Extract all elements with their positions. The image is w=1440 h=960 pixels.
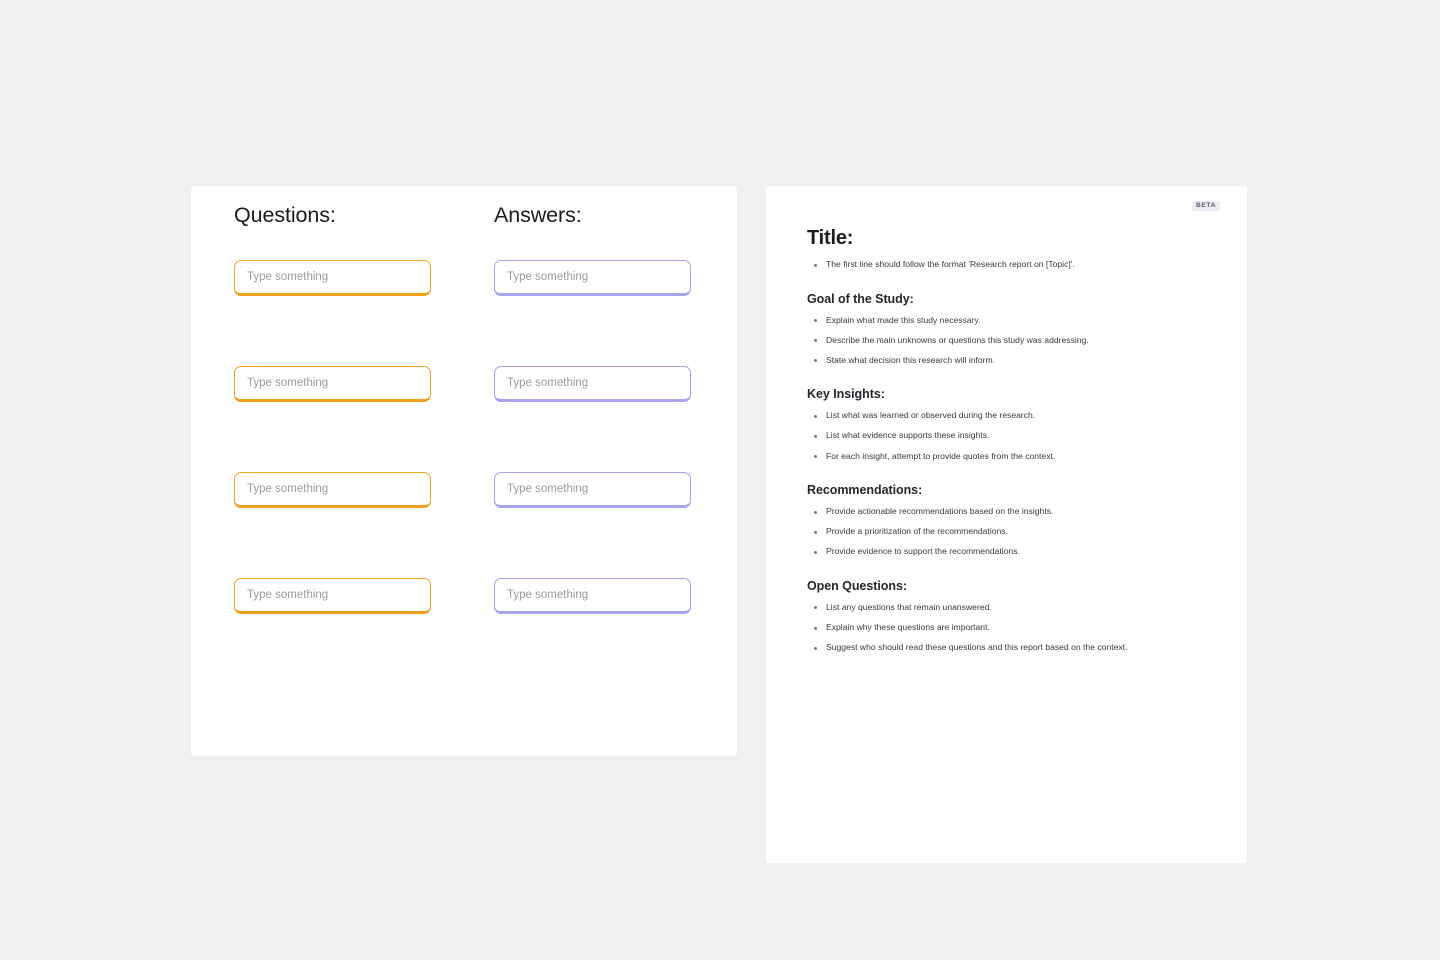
report-open-questions-heading: Open Questions: (807, 578, 907, 593)
answers-column: Answers: (494, 203, 754, 756)
answers-field-stack (494, 259, 754, 614)
answer-input-1[interactable] (494, 259, 691, 296)
list-item: Suggest who should read these questions … (807, 642, 1213, 654)
beta-badge: BETA (1191, 201, 1220, 211)
report-recommendations-heading: Recommendations: (807, 483, 923, 498)
report-recommendations-list: Provide actionable recommendations based… (807, 506, 1213, 558)
list-item: Explain what made this study necessary. (807, 315, 1213, 327)
question-input-4[interactable] (234, 577, 431, 614)
list-item: For each insight, attempt to provide quo… (807, 451, 1213, 463)
list-item: Provide evidence to support the recommen… (807, 546, 1213, 558)
list-item: State what decision this research will i… (807, 355, 1213, 367)
list-item: The first line should follow the format … (807, 259, 1213, 271)
list-item: List what evidence supports these insigh… (807, 430, 1213, 442)
answer-input-4[interactable] (494, 577, 691, 614)
answer-input-2[interactable] (494, 365, 691, 402)
question-input-3[interactable] (234, 471, 431, 508)
report-key-insights-heading: Key Insights: (807, 387, 885, 402)
report-open-questions-list: List any questions that remain unanswere… (807, 602, 1213, 654)
list-item: Explain why these questions are importan… (807, 622, 1213, 634)
report-title-list: The first line should follow the format … (807, 259, 1213, 271)
question-input-1[interactable] (234, 259, 431, 296)
questions-answers-panel: Questions: Answers: (191, 186, 737, 756)
qa-columns: Questions: Answers: (234, 203, 717, 756)
question-input-2[interactable] (234, 365, 431, 402)
report-goal-heading: Goal of the Study: (807, 291, 914, 306)
answers-column-title: Answers: (494, 203, 582, 227)
questions-column-title: Questions: (234, 203, 336, 227)
report-key-insights-list: List what was learned or observed during… (807, 410, 1213, 462)
report-goal-list: Explain what made this study necessary. … (807, 315, 1213, 367)
questions-column: Questions: (234, 203, 494, 756)
report-template-body: Title: The first line should follow the … (807, 226, 1213, 654)
list-item: List what was learned or observed during… (807, 410, 1213, 422)
list-item: Provide a prioritization of the recommen… (807, 526, 1213, 538)
answer-input-3[interactable] (494, 471, 691, 508)
report-title-heading: Title: (807, 227, 854, 249)
list-item: Describe the main unknowns or questions … (807, 335, 1213, 347)
questions-field-stack (234, 259, 494, 614)
report-template-panel: BETA Title: The first line should follow… (766, 186, 1247, 863)
list-item: List any questions that remain unanswere… (807, 602, 1213, 614)
app-screen: Questions: Answers: BETA (0, 0, 1440, 960)
list-item: Provide actionable recommendations based… (807, 506, 1213, 518)
